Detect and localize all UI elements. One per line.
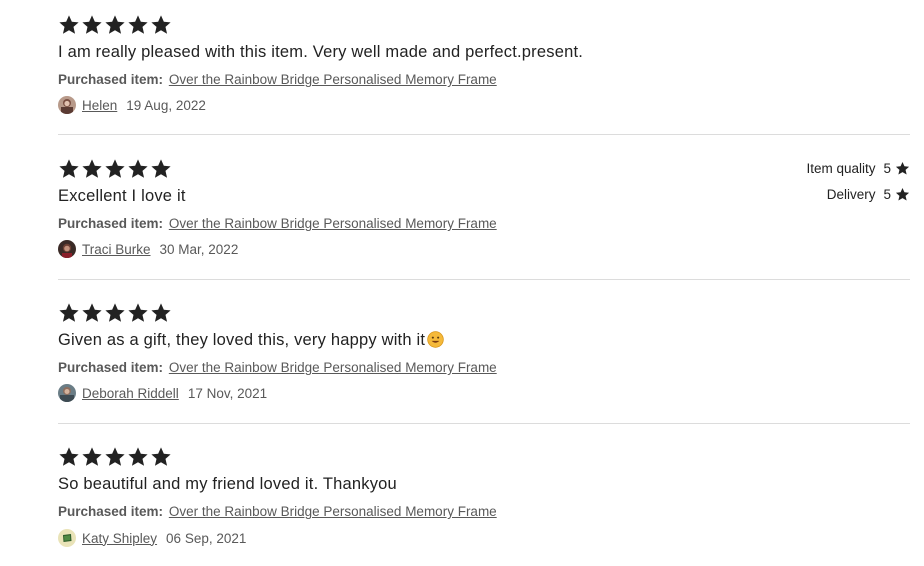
star-icon [81,302,103,324]
star-icon [81,446,103,468]
delivery-label: Delivery [826,186,876,202]
avatar[interactable] [58,240,76,258]
review-text: Given as a gift, they loved this, very h… [58,331,426,349]
review-divider [58,279,910,280]
sub-ratings: Item quality 5 Delivery 5 [806,158,910,210]
star-icon [104,14,126,36]
author-name-link[interactable]: Traci Burke [82,242,151,257]
star-icon [127,302,149,324]
star-rating [58,158,173,180]
star-icon [150,446,172,468]
purchased-item-link[interactable]: Over the Rainbow Bridge Personalised Mem… [169,216,497,231]
review-divider [58,134,910,135]
purchased-item-link[interactable]: Over the Rainbow Bridge Personalised Mem… [169,360,497,375]
star-rating [58,302,173,324]
review-author: Helen 19 Aug, 2022 [58,95,206,115]
star-icon [58,158,80,180]
review-date: 19 Aug, 2022 [126,97,206,113]
purchased-item-label: Purchased item: [58,72,164,87]
purchased-item: Purchased item: Over the Rainbow Bridge … [58,504,497,519]
review-date: 17 Nov, 2021 [187,385,268,401]
review-author: Traci Burke 30 Mar, 2022 [58,239,238,259]
star-rating [58,14,173,36]
purchased-item-label: Purchased item: [58,360,164,375]
delivery-rating: Delivery 5 [806,184,910,204]
purchased-item-label: Purchased item: [58,504,164,519]
star-icon [104,446,126,468]
purchased-item-link[interactable]: Over the Rainbow Bridge Personalised Mem… [169,72,497,87]
smiley-emoji-icon [427,331,444,348]
review-date: 06 Sep, 2021 [166,530,247,546]
review-date: 30 Mar, 2022 [159,241,239,257]
review-text-row: Given as a gift, they loved this, very h… [58,331,444,350]
avatar[interactable] [58,384,76,402]
author-name-link[interactable]: Deborah Riddell [82,386,179,401]
star-icon [81,14,103,36]
star-icon [895,187,910,202]
purchased-item: Purchased item: Over the Rainbow Bridge … [58,72,497,87]
star-icon [150,158,172,180]
author-name-link[interactable]: Katy Shipley [82,531,157,546]
purchased-item: Purchased item: Over the Rainbow Bridge … [58,360,497,375]
star-icon [81,158,103,180]
star-icon [104,158,126,180]
review-text: Excellent I love it [58,187,186,205]
star-icon [58,14,80,36]
item-quality-rating: Item quality 5 [806,158,910,178]
star-icon [58,446,80,468]
review-author: Katy Shipley 06 Sep, 2021 [58,528,246,548]
star-icon [104,302,126,324]
star-icon [127,446,149,468]
review-author: Deborah Riddell 17 Nov, 2021 [58,383,267,403]
star-icon [150,14,172,36]
item-quality-value: 5 [883,160,891,176]
star-icon [895,161,910,176]
star-icon [127,158,149,180]
purchased-item-label: Purchased item: [58,216,164,231]
purchased-item-link[interactable]: Over the Rainbow Bridge Personalised Mem… [169,504,497,519]
avatar[interactable] [58,96,76,114]
star-icon [127,14,149,36]
author-name-link[interactable]: Helen [82,98,117,113]
review-divider [58,423,910,424]
avatar[interactable] [58,529,76,547]
star-icon [150,302,172,324]
purchased-item: Purchased item: Over the Rainbow Bridge … [58,216,497,231]
star-rating [58,446,173,468]
delivery-value: 5 [883,186,891,202]
star-icon [58,302,80,324]
item-quality-label: Item quality [806,160,876,176]
review-text: So beautiful and my friend loved it. Tha… [58,475,397,493]
review-text: I am really pleased with this item. Very… [58,43,584,61]
